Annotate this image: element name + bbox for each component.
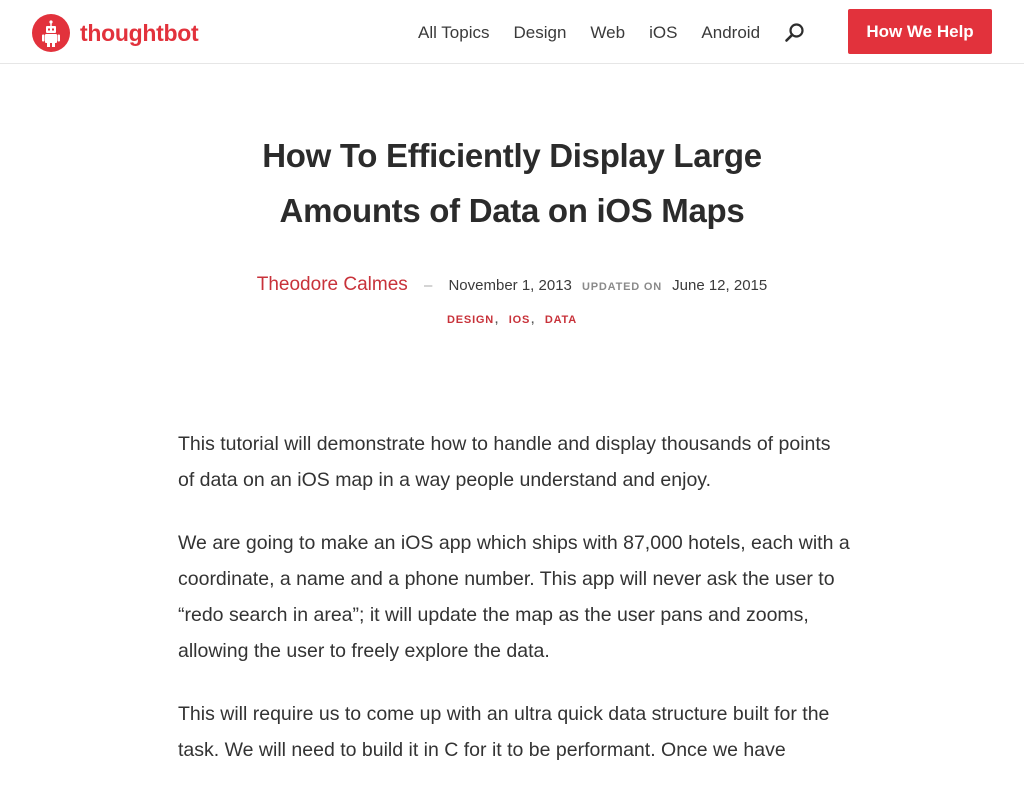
- tag-list: DESIGN, IOS, DATA: [0, 314, 1024, 326]
- tag-ios[interactable]: IOS: [509, 314, 530, 326]
- robot-logo-icon: [32, 14, 70, 52]
- logo-text: thoughtbot: [80, 19, 199, 46]
- tag-separator: ,: [531, 314, 535, 326]
- nav-web[interactable]: Web: [590, 23, 625, 43]
- updated-date: June 12, 2015: [672, 277, 768, 294]
- updated-label: UPDATED ON: [582, 281, 662, 293]
- meta-separator: –: [423, 277, 433, 294]
- search-icon[interactable]: [784, 22, 806, 44]
- nav-design[interactable]: Design: [514, 23, 567, 43]
- tag-separator: ,: [495, 314, 499, 326]
- nav-android[interactable]: Android: [701, 23, 760, 43]
- site-header: thoughtbot All Topics Design Web iOS And…: [0, 0, 1024, 64]
- nav-ios[interactable]: iOS: [649, 23, 677, 43]
- nav-all-topics[interactable]: All Topics: [418, 23, 490, 43]
- article-body: This tutorial will demonstrate how to ha…: [178, 426, 850, 795]
- main-nav: All Topics Design Web iOS Android: [418, 22, 806, 44]
- paragraph: We are going to make an iOS app which sh…: [178, 532, 850, 662]
- paragraph: This will require us to come up with an …: [178, 703, 830, 761]
- article-title: How To Efficiently Display Large Amounts…: [262, 137, 762, 229]
- paragraph: This tutorial will demonstrate how to ha…: [178, 433, 831, 491]
- tag-design[interactable]: DESIGN: [447, 314, 494, 326]
- logo[interactable]: thoughtbot: [32, 14, 199, 52]
- tag-data[interactable]: DATA: [545, 314, 577, 326]
- article-meta: Theodore Calmes – November 1, 2013 UPDAT…: [0, 274, 1024, 296]
- author-link[interactable]: Theodore Calmes: [257, 274, 408, 295]
- how-we-help-button[interactable]: How We Help: [848, 9, 992, 54]
- published-date: November 1, 2013: [448, 277, 572, 294]
